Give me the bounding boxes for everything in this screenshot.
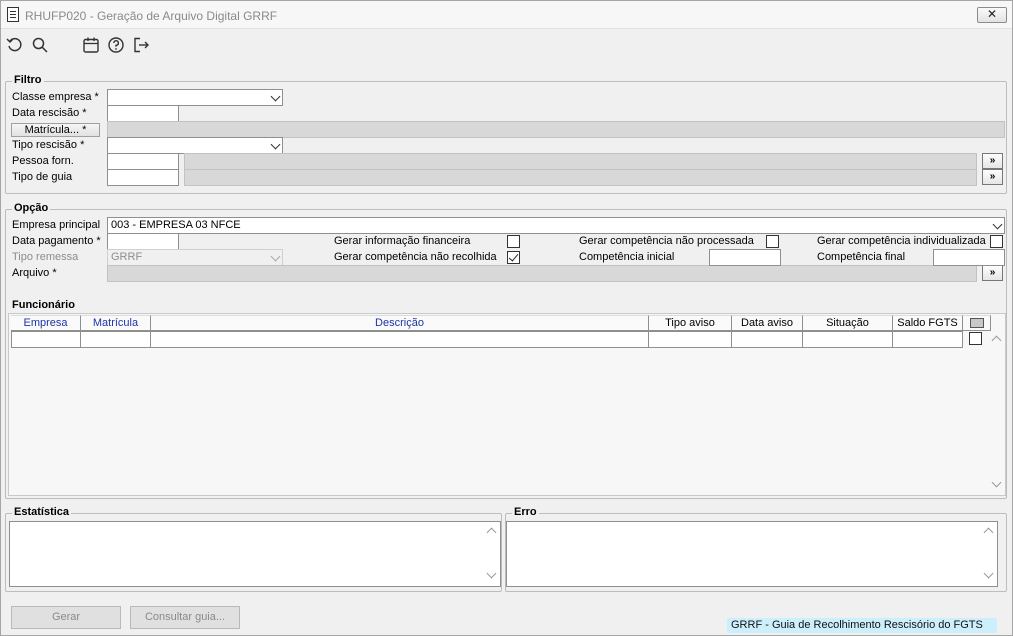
title-bar: RHUFP020 - Geração de Arquivo Digital GR… <box>1 1 1012 29</box>
competencia-final-input[interactable] <box>933 249 1005 266</box>
funcionario-title: Funcionário <box>12 299 75 311</box>
scroll-down-icon[interactable] <box>983 568 994 579</box>
cell-data-aviso[interactable] <box>732 331 803 348</box>
tipo-guia-description <box>184 169 977 186</box>
column-header-situacao[interactable]: Situação <box>803 315 893 331</box>
help-icon[interactable] <box>106 35 126 55</box>
pessoa-forn-lookup-button[interactable]: » <box>982 153 1003 169</box>
calendar-icon[interactable] <box>81 35 101 55</box>
data-pagamento-label: Data pagamento * <box>12 235 101 247</box>
arquivo-field <box>107 265 977 282</box>
opcao-title: Opção <box>12 202 51 214</box>
matricula-field <box>107 121 1005 138</box>
column-header-empresa[interactable]: Empresa <box>11 315 81 331</box>
gerar-info-fin-checkbox[interactable] <box>507 235 520 248</box>
search-icon[interactable] <box>30 35 50 55</box>
scroll-up-icon[interactable] <box>486 527 497 538</box>
erro-textarea[interactable] <box>506 521 998 587</box>
data-rescisao-input[interactable] <box>107 105 179 122</box>
classe-empresa-select[interactable] <box>107 89 283 106</box>
tipo-rescisao-select[interactable] <box>107 137 283 154</box>
exit-icon[interactable] <box>131 35 151 55</box>
app-window: RHUFP020 - Geração de Arquivo Digital GR… <box>0 0 1013 636</box>
cell-select <box>963 331 991 348</box>
gerar-comp-nao-recolhida-label: Gerar competência não recolhida <box>334 251 497 263</box>
window-title: RHUFP020 - Geração de Arquivo Digital GR… <box>25 9 278 23</box>
tipo-remessa-label: Tipo remessa <box>12 251 79 263</box>
scroll-down-icon[interactable] <box>991 477 1002 488</box>
scroll-up-icon[interactable] <box>983 527 994 538</box>
erro-title: Erro <box>512 506 539 518</box>
column-header-matricula[interactable]: Matrícula <box>81 315 151 331</box>
gerar-comp-individualizada-label: Gerar competência individualizada <box>817 235 986 247</box>
pessoa-forn-label: Pessoa forn. <box>12 155 74 167</box>
tipo-guia-lookup-button[interactable]: » <box>982 169 1003 185</box>
estatistica-title: Estatística <box>12 506 72 518</box>
tipo-guia-input[interactable] <box>107 169 179 186</box>
gerar-button[interactable]: Gerar <box>11 606 121 629</box>
cell-saldo-fgts[interactable] <box>893 331 963 348</box>
cell-empresa[interactable] <box>11 331 81 348</box>
scroll-down-icon[interactable] <box>486 568 497 579</box>
chevron-down-icon <box>270 251 281 262</box>
scroll-up-icon[interactable] <box>991 335 1002 346</box>
filtro-title: Filtro <box>12 74 44 86</box>
pessoa-forn-input[interactable] <box>107 153 179 170</box>
empresa-principal-select[interactable]: 003 - EMPRESA 03 NFCE <box>107 217 1005 234</box>
tipo-rescisao-label: Tipo rescisão * <box>12 139 85 151</box>
select-all-header[interactable] <box>963 315 991 331</box>
tipo-guia-label: Tipo de guia <box>12 171 73 183</box>
competencia-final-label: Competência final <box>817 251 906 263</box>
matricula-button[interactable]: Matrícula... * <box>11 123 100 137</box>
data-rescisao-label: Data rescisão * <box>12 107 87 119</box>
gerar-button-label: Gerar <box>51 611 81 623</box>
row-select-checkbox[interactable] <box>969 332 982 345</box>
gerar-comp-individualizada-checkbox[interactable] <box>990 235 1003 248</box>
gerar-comp-nao-recolhida-checkbox[interactable] <box>507 251 520 264</box>
consultar-guia-button[interactable]: Consultar guia... <box>130 606 240 629</box>
classe-empresa-label: Classe empresa * <box>12 91 99 103</box>
column-header-descricao[interactable]: Descrição <box>151 315 649 331</box>
column-header-saldo-fgts[interactable]: Saldo FGTS <box>893 315 963 331</box>
chevron-down-icon <box>270 139 281 150</box>
competencia-inicial-label: Competência inicial <box>579 251 675 263</box>
cell-situacao[interactable] <box>803 331 893 348</box>
close-button[interactable]: ✕ <box>977 7 1007 23</box>
tipo-remessa-value: GRRF <box>111 251 143 263</box>
arquivo-browse-button[interactable]: » <box>982 265 1003 281</box>
column-header-tipo-aviso[interactable]: Tipo aviso <box>649 315 732 331</box>
status-bar: GRRF - Guia de Recolhimento Rescisório d… <box>727 618 997 633</box>
competencia-inicial-input[interactable] <box>709 249 781 266</box>
tipo-remessa-select: GRRF <box>107 249 283 266</box>
column-header-data-aviso[interactable]: Data aviso <box>732 315 803 331</box>
data-pagamento-input[interactable] <box>107 233 179 250</box>
erro-scrollbar[interactable] <box>982 522 996 586</box>
pessoa-forn-description <box>184 153 977 170</box>
chevron-down-icon <box>992 219 1003 230</box>
estatistica-scrollbar[interactable] <box>485 522 499 586</box>
gerar-comp-nao-processada-checkbox[interactable] <box>766 235 779 248</box>
consultar-guia-button-label: Consultar guia... <box>144 611 226 623</box>
select-all-icon <box>969 318 984 328</box>
gerar-comp-nao-processada-label: Gerar competência não processada <box>579 235 754 247</box>
cell-matricula[interactable] <box>81 331 151 348</box>
funcionario-grid: Empresa Matrícula Descrição Tipo aviso D… <box>8 313 1006 496</box>
cell-tipo-aviso[interactable] <box>649 331 732 348</box>
grid-scrollbar[interactable] <box>990 331 1004 495</box>
undo-icon[interactable] <box>5 35 25 55</box>
empresa-principal-label: Empresa principal <box>12 219 101 231</box>
estatistica-textarea[interactable] <box>9 521 501 587</box>
arquivo-label: Arquivo * <box>12 267 57 279</box>
cell-descricao[interactable] <box>151 331 649 348</box>
grid-header: Empresa Matrícula Descrição Tipo aviso D… <box>11 315 991 331</box>
gerar-info-fin-label: Gerar informação financeira <box>334 235 471 247</box>
document-icon <box>7 7 19 22</box>
toolbar <box>1 30 1012 58</box>
chevron-down-icon <box>270 91 281 102</box>
empresa-principal-value: 003 - EMPRESA 03 NFCE <box>111 219 241 231</box>
table-row[interactable] <box>11 331 991 348</box>
